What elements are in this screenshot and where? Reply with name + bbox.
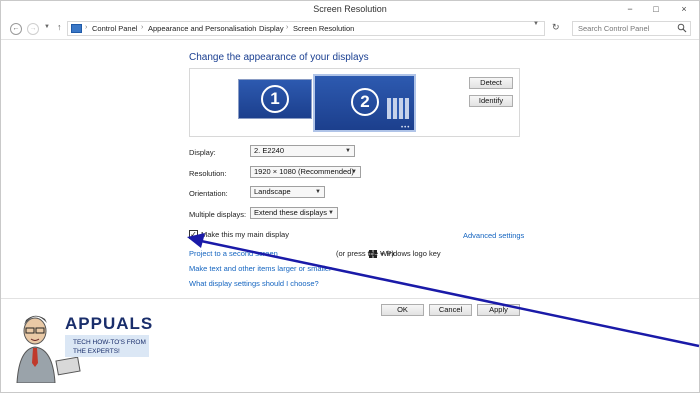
monitor-2[interactable]: 2 ••• xyxy=(313,74,416,132)
monitor-1-number: 1 xyxy=(261,85,289,113)
cancel-button[interactable]: Cancel xyxy=(429,304,472,316)
chevron-down-icon: ▼ xyxy=(345,148,351,154)
project-hint-end: + P) xyxy=(380,249,394,258)
address-bar[interactable]: › Control Panel › Appearance and Persona… xyxy=(67,21,545,36)
maximize-button[interactable]: □ xyxy=(643,1,669,18)
breadcrumb-separator-icon: › xyxy=(85,24,88,31)
search-placeholder: Search Control Panel xyxy=(578,24,650,33)
minimize-button[interactable]: − xyxy=(617,1,643,18)
title-bar: Screen Resolution − □ × xyxy=(1,1,699,18)
orientation-label: Orientation: xyxy=(189,189,228,198)
window-title: Screen Resolution xyxy=(313,4,387,14)
chevron-down-icon: ▼ xyxy=(351,169,357,175)
appuals-logo: APPUALS TECH HOW-TO'S FROM THE EXPERTS! xyxy=(16,314,153,384)
multiple-displays-select[interactable]: Extend these displays ▼ xyxy=(250,207,338,219)
monitor-2-number: 2 xyxy=(351,88,379,116)
identify-button[interactable]: Identify xyxy=(469,95,513,107)
display-settings-help-link[interactable]: What display settings should I choose? xyxy=(189,279,319,288)
search-icon xyxy=(677,23,687,33)
resolution-select-value: 1920 × 1080 (Recommended) xyxy=(254,167,354,176)
apply-button[interactable]: Apply xyxy=(477,304,520,316)
recent-locations-icon[interactable]: ▼ xyxy=(44,24,50,30)
chevron-down-icon: ▼ xyxy=(328,210,334,216)
resolution-select[interactable]: 1920 × 1080 (Recommended) ▼ xyxy=(250,166,361,178)
footer-divider xyxy=(1,298,699,299)
monitor-1[interactable]: 1 xyxy=(238,79,312,119)
search-input[interactable]: Search Control Panel xyxy=(572,21,691,36)
back-button[interactable]: ← xyxy=(10,23,22,35)
orientation-select[interactable]: Landscape ▼ xyxy=(250,186,325,198)
main-display-checkbox[interactable]: ✓ xyxy=(189,230,198,239)
multiple-displays-label: Multiple displays: xyxy=(189,210,247,219)
start-screen-tiles-icon xyxy=(387,98,409,119)
tagline-line-2: THE EXPERTS! xyxy=(73,348,120,355)
address-row: ← → ▼ ↑ › Control Panel › Appearance and… xyxy=(1,18,699,40)
refresh-icon[interactable]: ↻ xyxy=(552,22,560,33)
display-select-value: 2. E2240 xyxy=(254,146,285,155)
text-size-link[interactable]: Make text and other items larger or smal… xyxy=(189,264,332,273)
monitor-dots-icon: ••• xyxy=(401,125,411,131)
breadcrumb-appearance[interactable]: Appearance and Personalisation xyxy=(148,24,256,33)
forward-button[interactable]: → xyxy=(27,23,39,35)
page-heading: Change the appearance of your displays xyxy=(189,52,369,63)
brand-text: APPUALS xyxy=(65,314,153,333)
display-label: Display: xyxy=(189,148,216,157)
breadcrumb-separator-icon: › xyxy=(141,24,144,31)
project-second-screen-link[interactable]: Project to a second screen xyxy=(189,249,278,258)
ok-button[interactable]: OK xyxy=(381,304,424,316)
display-select[interactable]: 2. E2240 ▼ xyxy=(250,145,355,157)
breadcrumb-control-panel[interactable]: Control Panel xyxy=(92,24,137,33)
windows-logo-icon xyxy=(369,250,377,258)
breadcrumb-separator-icon: › xyxy=(252,24,255,31)
appuals-watermark: APPUALS TECH HOW-TO'S FROM THE EXPERTS! xyxy=(11,301,161,384)
breadcrumb-screen-resolution[interactable]: Screen Resolution xyxy=(293,24,354,33)
up-arrow-icon[interactable]: ↑ xyxy=(57,22,62,32)
advanced-settings-link[interactable]: Advanced settings xyxy=(463,231,524,240)
breadcrumb-separator-icon: › xyxy=(286,24,289,31)
close-button[interactable]: × xyxy=(669,1,699,18)
orientation-select-value: Landscape xyxy=(254,187,291,196)
screen-resolution-window: Screen Resolution − □ × ← → ▼ ↑ › Contro… xyxy=(0,0,700,393)
main-display-label[interactable]: Make this my main display xyxy=(201,230,289,239)
tagline-line-1: TECH HOW-TO'S FROM xyxy=(73,339,146,346)
breadcrumb-display[interactable]: Display xyxy=(259,24,284,33)
detect-button[interactable]: Detect xyxy=(469,77,513,89)
chevron-down-icon: ▼ xyxy=(315,189,321,195)
control-panel-icon xyxy=(71,24,82,33)
resolution-label: Resolution: xyxy=(189,169,227,178)
multiple-displays-select-value: Extend these displays xyxy=(254,208,327,217)
address-dropdown-icon[interactable]: ▼ xyxy=(533,21,539,27)
